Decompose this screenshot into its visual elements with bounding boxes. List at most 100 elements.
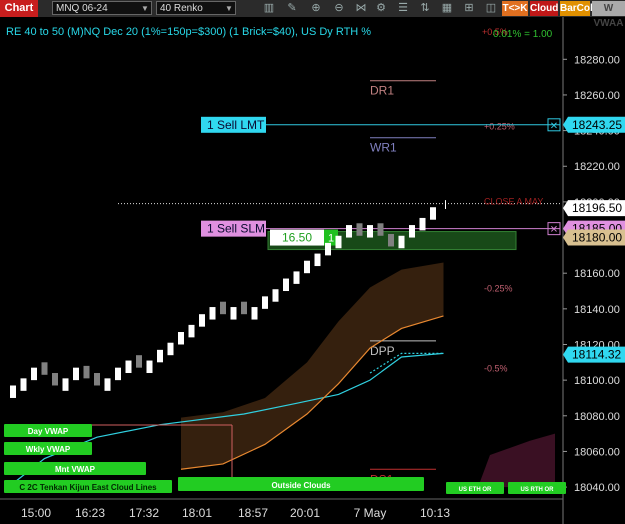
study-label: Outside Clouds: [271, 481, 331, 490]
x-tick-label: 18:57: [238, 506, 268, 520]
renko-brick: [62, 378, 69, 391]
properties-icon[interactable]: ☰: [396, 2, 410, 15]
renko-brick: [430, 207, 436, 220]
renko-brick: [230, 307, 237, 320]
x-tick-label: 18:01: [182, 506, 212, 520]
y-tick-label: 18140.00: [574, 304, 620, 316]
bars-icon[interactable]: ▥: [262, 2, 276, 15]
bartype-selector[interactable]: 40 Renko: [156, 1, 236, 15]
renko-brick: [178, 332, 184, 345]
renko-brick: [220, 301, 226, 315]
x-tick-label: 20:01: [290, 506, 320, 520]
ichimoku-cloud: [181, 262, 444, 470]
y-tick-label: 18040.00: [574, 482, 620, 494]
study-label: C 2C Tenkan Kijun East Cloud Lines: [19, 483, 157, 492]
renko-brick: [314, 253, 321, 267]
pnl-value: 16.50: [282, 231, 312, 245]
drawing-icon[interactable]: ✎: [285, 2, 299, 15]
y-tick-label: 18280.00: [574, 54, 620, 66]
templates-icon[interactable]: ▦: [440, 2, 454, 15]
renko-brick: [251, 307, 258, 320]
strategies-icon[interactable]: ⚙: [374, 2, 388, 15]
vwap-badge[interactable]: W VWAA: [592, 1, 625, 29]
renko-brick: [409, 225, 415, 238]
study-label: US RTH OR: [521, 487, 555, 493]
renko-brick: [125, 360, 132, 374]
order-label: 1 Sell LMT: [207, 118, 265, 132]
renko-brick: [73, 367, 79, 381]
y-tick-label: 18100.00: [574, 375, 620, 387]
bartype-dropdown-icon[interactable]: ▼: [225, 0, 233, 17]
renko-brick: [241, 301, 247, 315]
renko-brick: [104, 378, 111, 391]
renko-brick: [356, 223, 363, 236]
study-label: US ETH OR: [459, 487, 492, 493]
y-tick-label: 18160.00: [574, 268, 620, 280]
tk-badge[interactable]: T<>K: [502, 1, 528, 16]
price-tag-label: 18196.50: [572, 201, 622, 215]
renko-brick: [346, 225, 352, 238]
renko-brick: [199, 314, 205, 327]
order-label: 1 Sell SLM: [207, 222, 265, 236]
indicators-icon[interactable]: ⋈: [354, 2, 368, 15]
renko-brick: [388, 233, 394, 247]
x-tick-label: 10:13: [420, 506, 450, 520]
cloud-badge[interactable]: Cloud: [530, 1, 558, 16]
zoom-out-icon[interactable]: ⊖: [332, 2, 346, 15]
renko-brick: [83, 365, 90, 379]
renko-brick: [52, 373, 58, 386]
x-tick-label: 17:32: [129, 506, 159, 520]
position-qty: 1: [328, 233, 334, 245]
renko-brick: [283, 278, 289, 292]
renko-brick: [377, 223, 384, 236]
chart-trader-icon[interactable]: ⇅: [418, 2, 432, 15]
y-tick-label: 18060.00: [574, 446, 620, 458]
renko-brick: [188, 324, 195, 338]
price-tag-label: 18114.32: [572, 348, 621, 362]
renko-brick: [20, 378, 27, 391]
x-tick-label: 16:23: [75, 506, 105, 520]
y-tick-label: 18080.00: [574, 411, 620, 423]
study-label: Wkly VWAP: [26, 445, 71, 454]
renko-brick: [419, 217, 426, 231]
instrument-dropdown-icon[interactable]: ▼: [141, 0, 149, 17]
ratio-label: 0.01% = 1.00: [493, 29, 553, 40]
level-label-dr1: DR1: [370, 84, 394, 98]
cancel-order-glyph: ✕: [550, 225, 558, 236]
chart-info-label: RE 40 to 50 (M)NQ Dec 20 (1%=150p=$300) …: [6, 26, 372, 38]
chart-toolbar: Chart MNQ 06-24 ▼ 40 Renko ▼ ▥ ✎ ⊕ ⊖ ⋈ ⚙…: [0, 0, 625, 29]
link-icon[interactable]: ⊞: [462, 2, 476, 15]
renko-brick: [272, 289, 279, 302]
cancel-order-glyph: ✕: [550, 121, 558, 132]
renko-brick: [10, 385, 16, 398]
x-tick-label: 15:00: [21, 506, 51, 520]
renko-brick: [94, 373, 100, 386]
window-title: Chart: [0, 0, 38, 17]
renko-brick: [209, 307, 216, 320]
maroon-cloud: [478, 433, 555, 488]
study-label: Day VWAP: [28, 427, 69, 436]
renko-brick: [325, 242, 331, 256]
renko-brick: [136, 355, 142, 368]
percent-label: -0.5%: [484, 364, 508, 374]
x-tick-label: 7 May: [354, 506, 387, 520]
renko-brick: [367, 225, 373, 238]
renko-brick: [262, 296, 268, 309]
percent-label: +0.25%: [484, 121, 515, 131]
renko-brick: [293, 271, 300, 284]
renko-brick: [115, 367, 121, 381]
level-label-wr1: WR1: [370, 141, 397, 155]
screenshot-icon[interactable]: ◫: [484, 2, 498, 15]
price-tag-label: 18243.25: [572, 118, 622, 132]
percent-label: -0.25%: [484, 283, 513, 293]
study-label: Mnt VWAP: [55, 465, 96, 474]
y-tick-label: 18220.00: [574, 161, 620, 173]
zoom-in-icon[interactable]: ⊕: [309, 2, 323, 15]
instrument-selector[interactable]: MNQ 06-24: [52, 1, 152, 15]
renko-brick: [31, 367, 37, 381]
renko-brick: [146, 360, 153, 374]
renko-brick: [41, 362, 48, 375]
renko-chart[interactable]: 18280.0018260.0018240.0018220.0018200.00…: [0, 17, 625, 524]
renko-brick: [167, 342, 174, 356]
barcol-badge[interactable]: BarCol: [560, 1, 593, 16]
